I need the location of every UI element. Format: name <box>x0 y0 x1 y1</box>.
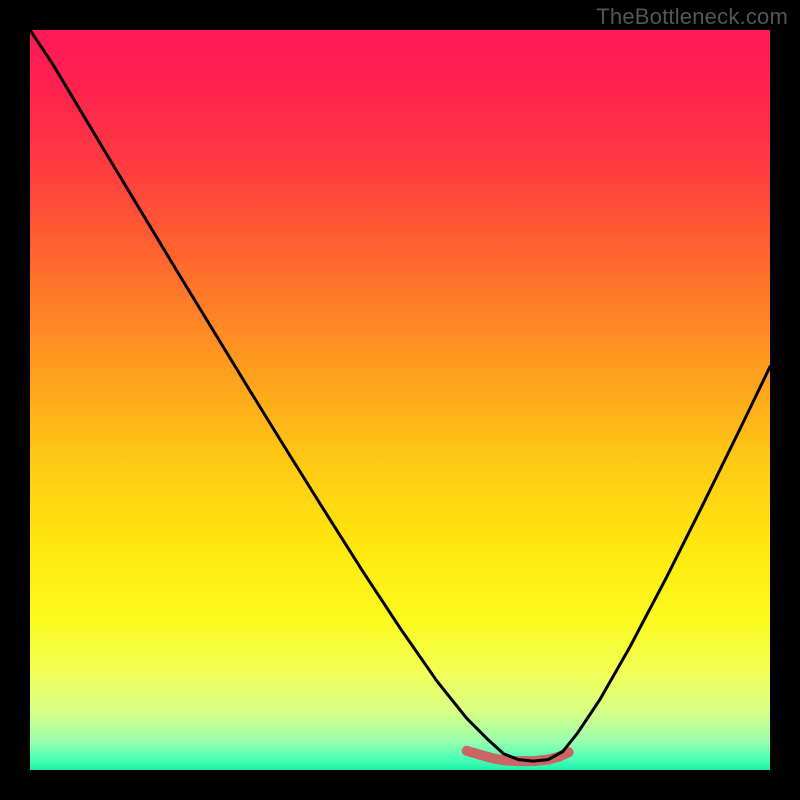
bottleneck-chart <box>30 30 770 770</box>
watermark-text: TheBottleneck.com <box>596 4 788 30</box>
plot-area <box>30 30 770 770</box>
gradient-background <box>30 30 770 770</box>
chart-frame: TheBottleneck.com <box>0 0 800 800</box>
